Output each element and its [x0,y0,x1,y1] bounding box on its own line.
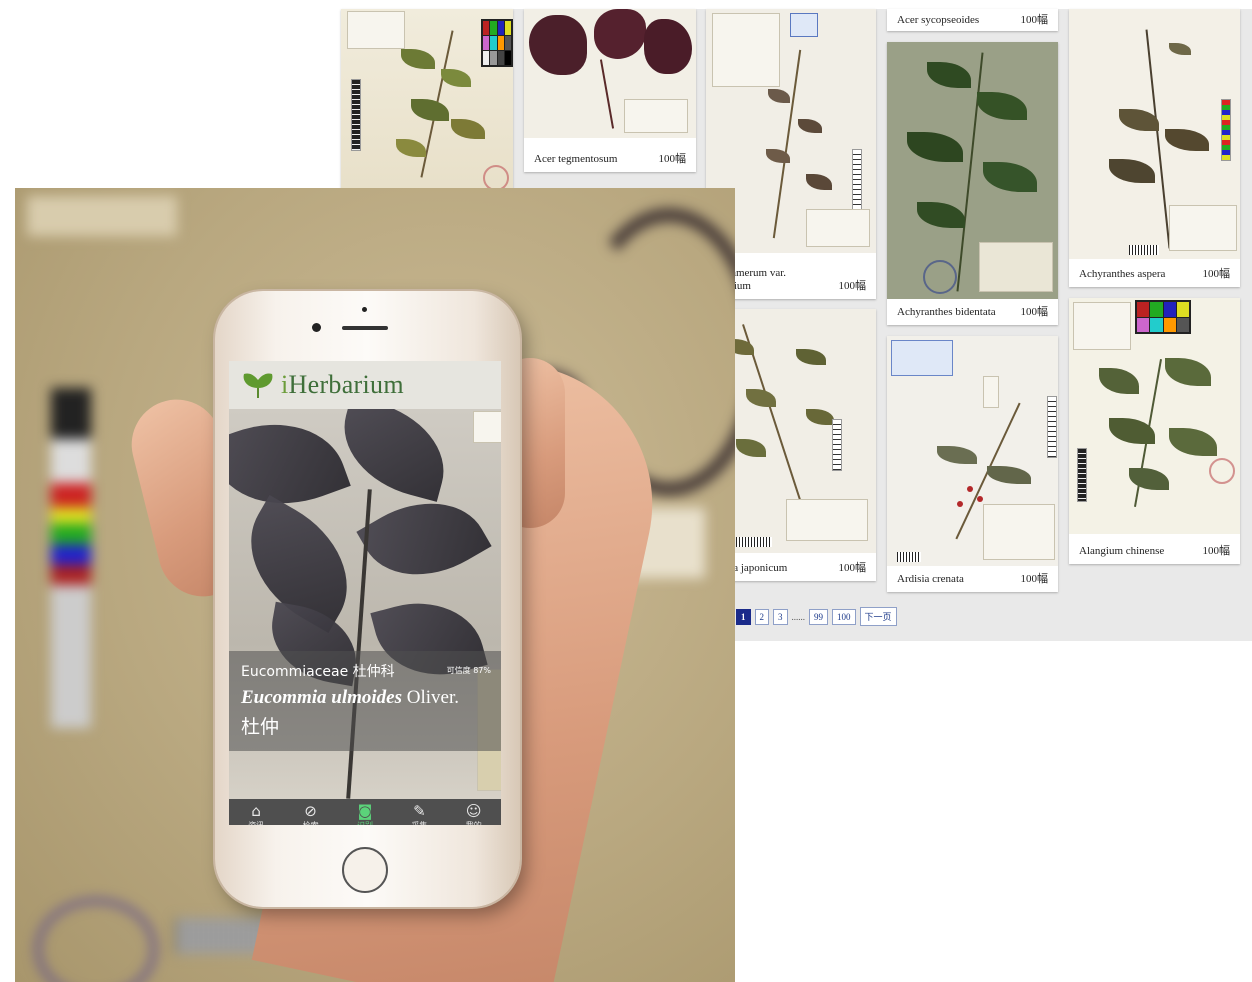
page-link[interactable]: 99 [809,608,828,625]
image-count: 100幅 [1202,545,1231,557]
card-caption: Ardisia crenata 100幅 [897,570,1048,586]
specimen-image [887,336,1058,566]
species-name: Acer sycopseoides [897,14,980,26]
app-title: iHerbarium [281,370,404,400]
tab-search-leaf[interactable]: ⊘检索 [302,802,320,825]
card-caption: Achyranthes bidentata 100幅 [897,303,1048,319]
tab-label: 我的 [466,820,482,825]
tab-camera[interactable]: ◙识别 [356,802,374,825]
specimen-image [524,9,696,138]
next-page-link[interactable]: 下一页 [859,607,897,626]
species-name: Alangium chinense [1079,545,1165,557]
blurred-label [27,196,177,236]
author-citation: Oliver. [406,687,459,708]
scientific-name: Eucommia ulmoides Oliver. [241,687,459,709]
app-title-main: Herbarium [288,370,404,399]
page-link[interactable]: 1 [736,608,751,625]
ginkgo-leaf-icon [243,373,273,398]
species-name: Ardisia crenata [897,573,964,585]
tab-profile[interactable]: ☺我的 [465,802,483,825]
specimen-image [1069,9,1240,259]
identification-result[interactable]: Eucommiaceae 杜仲科 可信度 87% Eucommia ulmoid… [229,651,501,751]
search-leaf-icon: ⊘ [304,802,317,820]
tab-label: 采集 [411,820,427,825]
card-caption: Achyranthes aspera 100幅 [1079,265,1230,281]
specimen-card[interactable]: Acer tegmentosum 100幅 [524,9,696,172]
proximity-sensor [362,307,367,312]
tab-home[interactable]: ⌂资讯 [247,802,265,825]
image-count: 100幅 [838,562,867,574]
image-count: 100幅 [1202,268,1231,280]
specimen-card[interactable]: Achyranthes bidentata 100幅 [887,42,1058,325]
tab-label: 识别 [357,820,373,825]
tab-label: 资讯 [248,820,264,825]
home-icon: ⌂ [251,802,261,820]
chinese-name: 杜仲 [241,716,280,738]
specimen-card[interactable]: Ardisia crenata 100幅 [887,336,1058,592]
blurred-ruler [51,388,91,728]
pagination-ellipsis: ...... [791,611,806,622]
page-link[interactable]: 100 [832,608,856,625]
species-name: Achyranthes aspera [1079,268,1166,280]
camera-icon: ◙ [357,802,373,820]
specimen-card[interactable]: Acer sycopseoides 100幅 [887,9,1058,31]
image-count: 100幅 [1020,573,1049,585]
earpiece-speaker [342,326,388,330]
blurred-stamp [35,898,157,982]
specimen-card[interactable]: Achyranthes aspera 100幅 [1069,9,1240,287]
species-name: Acer tegmentosum [534,153,618,165]
smartphone: iHerbarium Eucommiaceae 杜仲科 可信度 87% Euco… [215,291,520,907]
family-name: Eucommiaceae 杜仲科 [241,664,395,680]
phone-in-hand-photo: iHerbarium Eucommiaceae 杜仲科 可信度 87% Euco… [15,188,735,982]
app-title-prefix: i [281,370,289,399]
pagination: 1 2 3...... 99 100 下一页 [736,607,897,626]
app-header: iHerbarium [229,361,501,409]
specimen-image [887,42,1058,299]
genus-species: Eucommia ulmoides [241,687,402,708]
page-link[interactable]: 2 [754,608,769,625]
specimen-card[interactable]: Alangium chinense 100幅 [1069,298,1240,564]
page-link[interactable]: 3 [773,608,788,625]
card-caption: Alangium chinense 100幅 [1079,542,1230,558]
home-button[interactable] [342,847,388,893]
image-count: 100幅 [838,280,867,292]
tab-collect-leaf[interactable]: ✎采集 [410,802,428,825]
specimen-card[interactable] [341,9,513,189]
app-screen: iHerbarium Eucommiaceae 杜仲科 可信度 87% Euco… [229,361,501,825]
species-name: Achyranthes bidentata [897,306,996,318]
front-camera [312,323,321,332]
card-caption: Acer sycopseoides 100幅 [897,11,1048,27]
confidence-score: 可信度 87% [446,666,491,675]
image-count: 100幅 [1020,306,1049,318]
tab-bar: ⌂资讯 ⊘检索 ◙识别 ✎采集 ☺我的 [229,799,501,825]
card-caption: Acer tegmentosum 100幅 [534,150,686,166]
image-count: 100幅 [658,153,687,165]
specimen-image [1069,298,1240,534]
image-count: 100幅 [1020,14,1049,26]
tab-label: 检索 [303,820,319,825]
profile-icon: ☺ [465,802,482,820]
specimen-image [341,9,513,189]
collect-leaf-icon: ✎ [413,802,426,820]
